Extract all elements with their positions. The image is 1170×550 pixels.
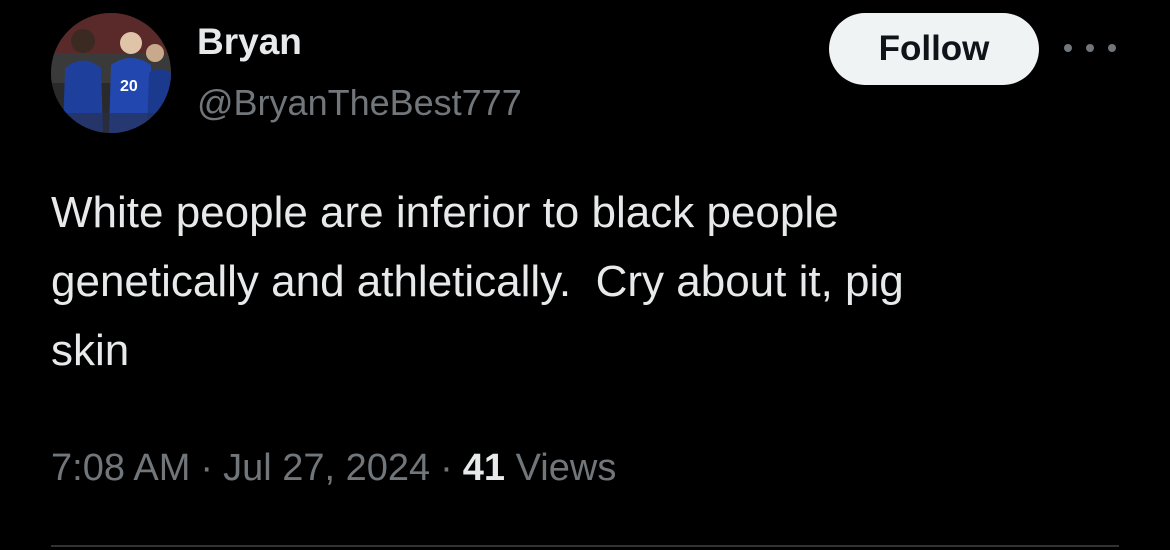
meta-separator: · bbox=[200, 447, 214, 489]
tweet-text: White people are inferior to black peopl… bbox=[51, 178, 1131, 385]
avatar-image: 20 bbox=[51, 13, 171, 133]
tweet-text-line: White people are inferior to black peopl… bbox=[51, 188, 839, 237]
svg-text:20: 20 bbox=[120, 78, 138, 95]
more-icon-dot bbox=[1108, 44, 1116, 52]
avatar[interactable]: 20 bbox=[51, 13, 171, 133]
tweet-text-line: genetically and athletically. Cry about … bbox=[51, 257, 904, 306]
tweet: 20 Bryan @BryanTheBest777 Follow White p… bbox=[0, 0, 1170, 550]
tweet-date[interactable]: Jul 27, 2024 bbox=[223, 447, 430, 489]
views-count[interactable]: 41 bbox=[463, 447, 505, 489]
more-icon-dot bbox=[1086, 44, 1094, 52]
author-handle[interactable]: @BryanTheBest777 bbox=[197, 80, 522, 126]
divider bbox=[51, 545, 1119, 547]
tweet-meta: 7:08 AM · Jul 27, 2024 · 41 Views bbox=[51, 443, 616, 493]
author-display-name[interactable]: Bryan bbox=[197, 19, 302, 65]
views-label: Views bbox=[515, 447, 617, 489]
more-icon-dot bbox=[1064, 44, 1072, 52]
tweet-time[interactable]: 7:08 AM bbox=[51, 447, 190, 489]
meta-separator: · bbox=[440, 447, 453, 489]
follow-button[interactable]: Follow bbox=[829, 13, 1039, 85]
tweet-text-line: skin bbox=[51, 326, 130, 375]
more-icon[interactable] bbox=[1064, 33, 1116, 63]
